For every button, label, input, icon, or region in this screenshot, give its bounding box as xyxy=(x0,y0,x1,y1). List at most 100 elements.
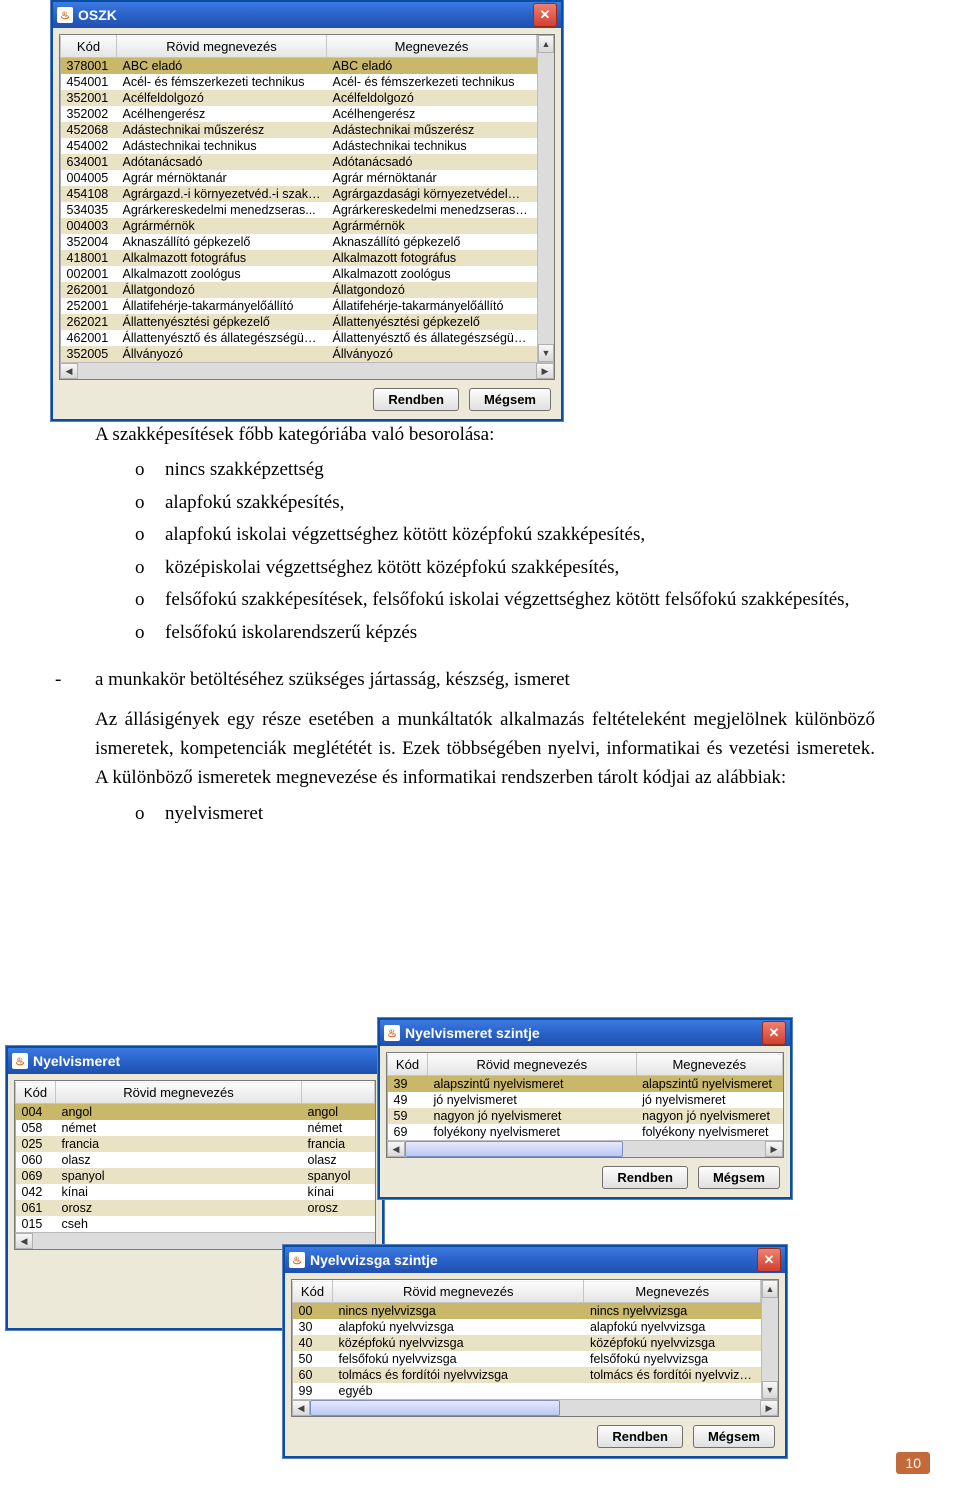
table-cell: Adástechnikai műszerész xyxy=(117,122,327,138)
scrollbar-vertical[interactable]: ▲ ▼ xyxy=(537,35,554,362)
scroll-left-icon[interactable]: ◀ xyxy=(15,1233,33,1249)
table-cell: francia xyxy=(302,1136,375,1152)
col-kod[interactable]: Kód xyxy=(61,36,117,58)
table-row[interactable]: 49jó nyelvismeretjó nyelvismeret xyxy=(388,1092,783,1108)
scroll-down-icon[interactable]: ▼ xyxy=(762,1381,778,1399)
col-megnevezes[interactable]: Megnevezés xyxy=(584,1281,761,1303)
cancel-button[interactable]: Mégsem xyxy=(693,1425,775,1448)
scroll-right-icon[interactable]: ▶ xyxy=(536,363,554,379)
table-row[interactable]: 452068Adástechnikai műszerészAdástechnik… xyxy=(61,122,537,138)
table-cell: középfokú nyelvvizsga xyxy=(584,1335,761,1351)
scroll-up-icon[interactable]: ▲ xyxy=(538,35,554,53)
table-row[interactable]: 60tolmács és fordítói nyelvvizsgatolmács… xyxy=(293,1367,761,1383)
table-cell: Alkalmazott fotográfus xyxy=(117,250,327,266)
table-row[interactable]: 002001Alkalmazott zoológusAlkalmazott zo… xyxy=(61,266,537,282)
table-row[interactable]: 454002Adástechnikai technikusAdástechnik… xyxy=(61,138,537,154)
scrollbar-horizontal[interactable]: ◀ ▶ xyxy=(60,362,554,379)
table-cell: alapfokú nyelvvizsga xyxy=(584,1319,761,1335)
close-icon[interactable]: ✕ xyxy=(533,3,557,27)
scrollbar-horizontal[interactable]: ◀ ▶ xyxy=(292,1399,778,1416)
col-rovid[interactable]: Rövid megnevezés xyxy=(117,36,327,58)
table-row[interactable]: 015cseh xyxy=(16,1216,375,1232)
col-rovid[interactable]: Rövid megnevezés xyxy=(56,1082,302,1104)
table-cell: német xyxy=(56,1120,302,1136)
close-icon[interactable]: ✕ xyxy=(757,1248,781,1272)
table-row[interactable]: 454108Agrárgazd.-i környezetvéd.-i szakt… xyxy=(61,186,537,202)
scroll-down-icon[interactable]: ▼ xyxy=(538,344,554,362)
table-row[interactable]: 40középfokú nyelvvizsgaközépfokú nyelvvi… xyxy=(293,1335,761,1351)
table-row[interactable]: 262021Állattenyésztési gépkezelőÁllatten… xyxy=(61,314,537,330)
table-cell: spanyol xyxy=(56,1168,302,1184)
table-row[interactable]: 634001AdótanácsadóAdótanácsadó xyxy=(61,154,537,170)
table-row[interactable]: 454001Acél- és fémszerkezeti technikusAc… xyxy=(61,74,537,90)
table-row[interactable]: 462001Állattenyésztő és állategészségüg.… xyxy=(61,330,537,346)
scroll-left-icon[interactable]: ◀ xyxy=(292,1400,310,1416)
table-cell: 352005 xyxy=(61,346,117,362)
ok-button[interactable]: Rendben xyxy=(602,1166,688,1189)
col-kod[interactable]: Kód xyxy=(388,1054,428,1076)
table-cell: 452068 xyxy=(61,122,117,138)
table-row[interactable]: 058németnémet xyxy=(16,1120,375,1136)
table-row[interactable]: 39alapszintű nyelvismeretalapszintű nyel… xyxy=(388,1076,783,1093)
table-row[interactable]: 004003AgrármérnökAgrármérnök xyxy=(61,218,537,234)
ok-button[interactable]: Rendben xyxy=(597,1425,683,1448)
cancel-button[interactable]: Mégsem xyxy=(469,388,551,411)
close-icon[interactable]: ✕ xyxy=(762,1021,786,1045)
table-row[interactable]: 69folyékony nyelvismeretfolyékony nyelvi… xyxy=(388,1124,783,1140)
table-header-row: Kód Rövid megnevezés Megnevezés xyxy=(61,36,537,58)
table-row[interactable]: 00nincs nyelvvizsganincs nyelvvizsga xyxy=(293,1303,761,1320)
col-rovid[interactable]: Rövid megnevezés xyxy=(333,1281,584,1303)
table-cell: Agrárgazd.-i környezetvéd.-i szakte... xyxy=(117,186,327,202)
scrollbar-horizontal[interactable]: ◀ ▶ xyxy=(387,1140,783,1157)
scroll-right-icon[interactable]: ▶ xyxy=(765,1141,783,1157)
table-cell: Állatgondozó xyxy=(117,282,327,298)
dash-title: a munkakör betöltéséhez szükséges jártas… xyxy=(95,669,570,690)
table-cell: kínai xyxy=(302,1184,375,1200)
ok-button[interactable]: Rendben xyxy=(373,388,459,411)
col-kod[interactable]: Kód xyxy=(16,1082,56,1104)
col-rovid[interactable]: Rövid megnevezés xyxy=(428,1054,637,1076)
col-megnevezes[interactable]: Megnevezés xyxy=(327,36,537,58)
table-row[interactable]: 534035Agrárkereskedelmi menedzseras...Ag… xyxy=(61,202,537,218)
table-cell: angol xyxy=(302,1104,375,1121)
table-row[interactable]: 042kínaikínai xyxy=(16,1184,375,1200)
scroll-left-icon[interactable]: ◀ xyxy=(387,1141,405,1157)
scrollbar-vertical[interactable]: ▲ ▼ xyxy=(761,1280,778,1399)
scroll-left-icon[interactable]: ◀ xyxy=(60,363,78,379)
java-icon: ♨ xyxy=(384,1025,400,1041)
table-row[interactable]: 060olaszolasz xyxy=(16,1152,375,1168)
cancel-button[interactable]: Mégsem xyxy=(698,1166,780,1189)
table-row[interactable]: 30alapfokú nyelvvizsgaalapfokú nyelvvizs… xyxy=(293,1319,761,1335)
java-icon: ♨ xyxy=(57,7,73,23)
oszk-body: Kód Rövid megnevezés Megnevezés 378001AB… xyxy=(53,28,561,419)
table-row[interactable]: 352002AcélhengerészAcélhengerész xyxy=(61,106,537,122)
col-blank[interactable] xyxy=(302,1082,375,1104)
table-row[interactable]: 99egyéb xyxy=(293,1383,761,1399)
table-row[interactable]: 004angolangol xyxy=(16,1104,375,1121)
table-row[interactable]: 59nagyon jó nyelvismeretnagyon jó nyelvi… xyxy=(388,1108,783,1124)
table-row[interactable]: 025franciafrancia xyxy=(16,1136,375,1152)
window-vizsga-szint: ♨ Nyelvvizsga szintje ✕ Kód Rövid megnev… xyxy=(283,1245,787,1458)
table-row[interactable]: 352004Aknaszállító gépkezelőAknaszállító… xyxy=(61,234,537,250)
table-cell: nagyon jó nyelvismeret xyxy=(636,1108,782,1124)
table-row[interactable]: 352005ÁllványozóÁllványozó xyxy=(61,346,537,362)
table-row[interactable]: 252001Állatifehérje-takarmányelőállítóÁl… xyxy=(61,298,537,314)
table-cell: ABC eladó xyxy=(117,58,327,75)
table-cell: cseh xyxy=(56,1216,302,1232)
nyelv-szint-body: Kód Rövid megnevezés Megnevezés 39alapsz… xyxy=(380,1046,790,1197)
table-cell: 462001 xyxy=(61,330,117,346)
table-row[interactable]: 50felsőfokú nyelvvizsgafelsőfokú nyelvvi… xyxy=(293,1351,761,1367)
table-row[interactable]: 418001Alkalmazott fotográfusAlkalmazott … xyxy=(61,250,537,266)
doc-paragraph: Az állásigények egy része esetében a mun… xyxy=(95,705,875,793)
col-megnevezes[interactable]: Megnevezés xyxy=(636,1054,782,1076)
table-row[interactable]: 069spanyolspanyol xyxy=(16,1168,375,1184)
col-kod[interactable]: Kód xyxy=(293,1281,333,1303)
table-row[interactable]: 262001ÁllatgondozóÁllatgondozó xyxy=(61,282,537,298)
table-cell: 454002 xyxy=(61,138,117,154)
table-row[interactable]: 352001AcélfeldolgozóAcélfeldolgozó xyxy=(61,90,537,106)
table-row[interactable]: 378001ABC eladóABC eladó xyxy=(61,58,537,75)
table-row[interactable]: 004005Agrár mérnöktanárAgrár mérnöktanár xyxy=(61,170,537,186)
scroll-up-icon[interactable]: ▲ xyxy=(762,1280,778,1298)
scroll-right-icon[interactable]: ▶ xyxy=(760,1400,778,1416)
table-row[interactable]: 061oroszorosz xyxy=(16,1200,375,1216)
